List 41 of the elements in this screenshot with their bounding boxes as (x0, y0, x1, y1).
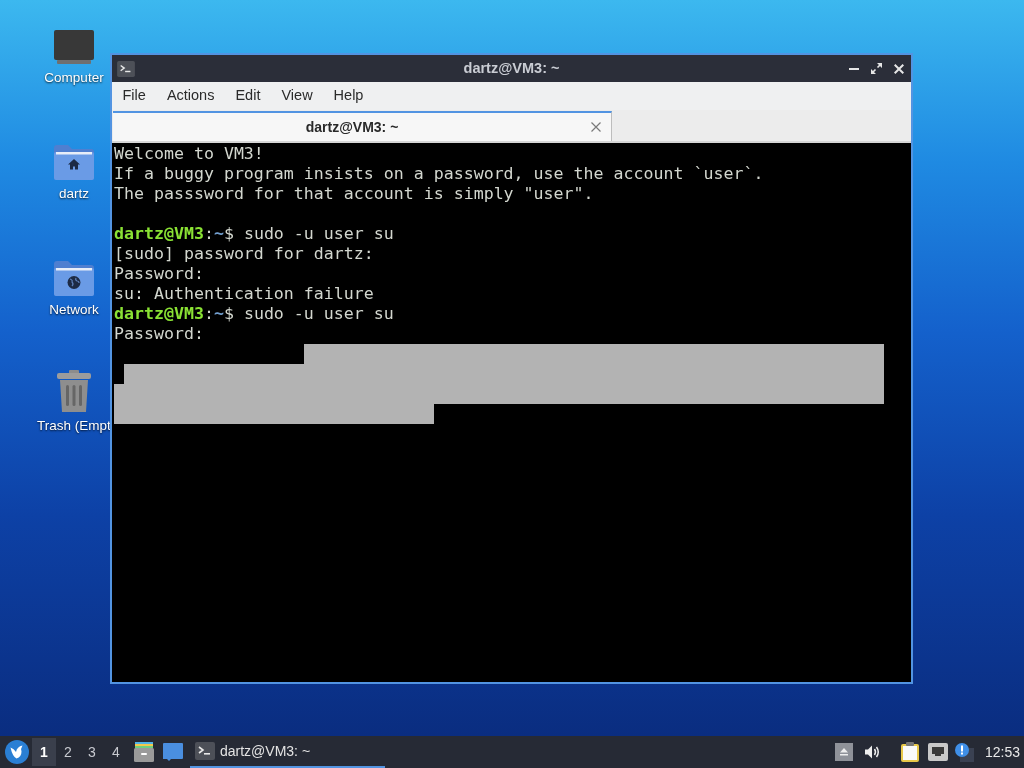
file-cabinet-icon[interactable] (134, 742, 154, 762)
clipboard-icon[interactable] (900, 742, 919, 762)
maximize-icon[interactable] (871, 63, 882, 74)
prompt-line: dartz@VM3:~$ sudo -u user su (114, 224, 395, 244)
workspace-button[interactable]: 1 (32, 738, 56, 766)
speaker-icon[interactable] (863, 743, 881, 761)
window-title: dartz@VM3: ~ (463, 58, 560, 78)
workspace-button[interactable]: 4 (104, 738, 128, 766)
terminal-output-line: Password: (114, 324, 205, 344)
terminal-output-line: [sudo] password for dartz: (114, 244, 375, 264)
terminal-icon (117, 60, 135, 77)
menu-item[interactable]: File (112, 84, 157, 108)
terminal-output-line: su: Authentication failure (114, 284, 375, 304)
menu-item[interactable]: View (270, 84, 324, 108)
tab[interactable]: dartz@VM3: ~ (113, 111, 612, 141)
menu-item[interactable]: Edit (224, 84, 271, 108)
workspace-button[interactable]: 2 (56, 738, 80, 766)
desktop-icon-label[interactable]: dartz (59, 186, 89, 202)
app-menu-icon[interactable] (5, 740, 29, 764)
alert-icon[interactable] (953, 742, 974, 762)
terminal-output-line: The passsword for that account is simply "user". (114, 184, 595, 204)
prompt-line: dartz@VM3:~$ sudo -u user su (114, 304, 395, 324)
desktop-icon-label[interactable]: Trash (Empt (37, 418, 111, 434)
menu-item[interactable]: Help (323, 84, 374, 108)
monitor-icon[interactable] (54, 30, 94, 64)
minimize-icon[interactable] (849, 67, 859, 70)
workspace-button[interactable]: 3 (80, 738, 104, 766)
screen-icon[interactable] (163, 743, 183, 761)
eject-icon[interactable] (834, 743, 853, 761)
taskbar-window-button[interactable]: dartz@VM3: ~ (190, 736, 385, 768)
home-folder-icon[interactable] (54, 144, 94, 180)
terminal-output-line: If a buggy program insists on a password, use the account `user`. (114, 164, 765, 184)
terminal-output-line: Welcome to VM3! (114, 144, 265, 164)
globe-folder-icon[interactable] (54, 260, 94, 296)
terminal-output-line: Password: (114, 264, 205, 284)
clock[interactable]: 12:53 (984, 741, 1020, 763)
desktop-icon-label[interactable]: Network (49, 302, 99, 318)
menu-item[interactable]: Actions (156, 84, 225, 108)
ethernet-port-icon[interactable] (927, 743, 948, 761)
trash-can-icon[interactable] (56, 370, 92, 412)
terminal-icon (195, 742, 215, 760)
